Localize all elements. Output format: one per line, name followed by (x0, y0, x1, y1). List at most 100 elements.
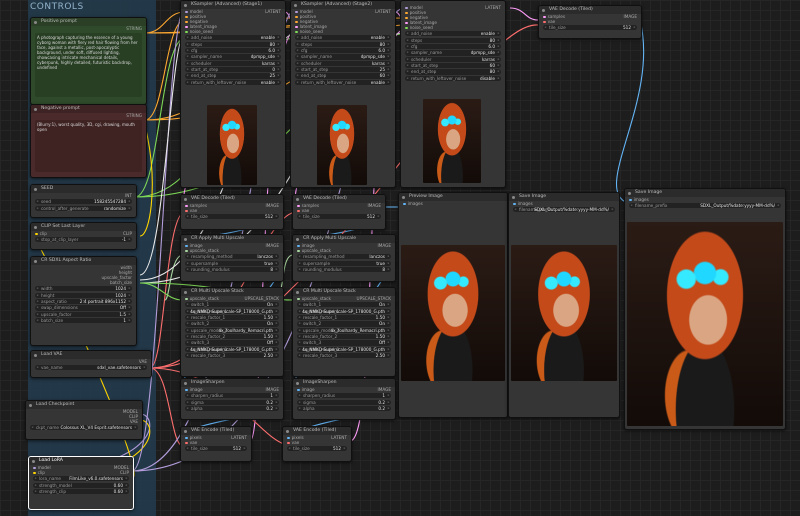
image-input[interactable]: image (190, 387, 203, 392)
input-slot[interactable]: upscale_stack (297, 296, 331, 301)
input-slot[interactable]: vae (543, 19, 555, 24)
slot-dot-icon[interactable] (297, 297, 300, 301)
slot-dot-icon[interactable] (35, 232, 38, 236)
slot-dot-icon[interactable] (185, 10, 188, 14)
preview-image-node[interactable]: Preview Image images (398, 192, 508, 418)
lora-name-widget[interactable]: lora_name FilmLike_v6.0.safetensors (33, 476, 129, 482)
input-slot[interactable]: clip (33, 470, 45, 475)
aspect-ratio-node[interactable]: CR SDXL Aspect Ratio width height upscal… (30, 256, 137, 346)
vae-input[interactable]: vae (302, 208, 310, 213)
rescale-factor-2-widget[interactable]: rescale_factor_2 1.50 (185, 334, 279, 339)
vae-input[interactable]: vae (292, 440, 300, 445)
slot-dot-icon[interactable] (295, 15, 298, 19)
slot-dot-icon[interactable] (297, 204, 300, 208)
input-slot[interactable]: vae (185, 208, 197, 213)
upscale-stack-output[interactable]: UPSCALE_STACK (245, 296, 279, 301)
rescale-factor-3-widget[interactable]: rescale_factor_3 2.50 (297, 353, 391, 359)
ksampler-stage1-node[interactable]: KSampler (Advanced) (Stage1) model LATENT… (180, 0, 286, 188)
input-slot[interactable]: upscale_stack (297, 248, 331, 253)
slot-dot-icon[interactable] (543, 15, 546, 19)
slot-dot-icon[interactable] (297, 244, 300, 248)
input-slot[interactable]: noise_seed (185, 29, 213, 34)
load-checkpoint-node[interactable]: Load Checkpoint MODEL CLIP VAE ckpt_name… (25, 400, 143, 440)
slot-dot-icon[interactable] (405, 26, 408, 30)
apply-multi-upscale-1-node[interactable]: CR Apply Multi Upscale image IMAGE upscal… (180, 234, 284, 282)
save-image-1-node[interactable]: Save Image images filename_prefixSDXL_Ou… (508, 192, 620, 418)
noise-seed-input[interactable]: noise_seed (410, 25, 433, 30)
vae-input[interactable]: vae (190, 208, 198, 213)
input-slot[interactable]: noise_seed (295, 29, 323, 34)
slot-dot-icon[interactable] (33, 466, 36, 470)
scheduler-widget[interactable]: scheduler karras (295, 60, 391, 66)
sampler-name-widget[interactable]: sampler_name dpmpp_sde (185, 54, 281, 60)
start-at-step-widget[interactable]: start_at_step 0 (185, 67, 281, 72)
slot-dot-icon[interactable] (295, 25, 298, 29)
input-slot[interactable]: images (629, 197, 649, 202)
rescale-factor-2-widget[interactable]: rescale_factor_2 1.50 (297, 334, 391, 339)
slot-dot-icon[interactable] (297, 209, 300, 213)
resampling-method-widget[interactable]: resampling_method lanczos (297, 254, 391, 260)
vae-input[interactable]: vae (548, 19, 556, 24)
cfg-widget[interactable]: cfg 6.0 (405, 43, 501, 49)
seed-widget[interactable]: seed 158245547284 (35, 199, 132, 205)
negative-prompt-node[interactable]: Negative prompt STRING (Blurry:1), worst… (30, 104, 147, 178)
clip-input[interactable]: clip (38, 470, 45, 475)
upscale-stack-input[interactable]: upscale_stack (302, 296, 331, 301)
ksampler-stage3-node[interactable]: model LATENT positive negative latent_ima… (400, 0, 506, 188)
control-after-generate-widget[interactable]: control_after_generate randomize (35, 205, 132, 211)
vae-output[interactable]: VAE (130, 419, 138, 424)
rescale-factor-3-widget[interactable]: rescale_factor_3 2.50 (185, 353, 279, 359)
resampling-method-widget[interactable]: resampling_method lanczos (185, 254, 279, 260)
slot-dot-icon[interactable] (405, 16, 408, 20)
slot-dot-icon[interactable] (33, 471, 36, 475)
sharpen-radius-widget[interactable]: sharpen_radius 1 (185, 393, 279, 399)
vae-decode-final-node[interactable]: VAE Decode (Tiled) samplesIMAGE vae tile… (538, 5, 642, 39)
slot-dot-icon[interactable] (297, 388, 300, 392)
stop-at-clip-layer-widget[interactable]: stop_at_clip_layer -1 (35, 237, 132, 243)
upscale-model-1-widget[interactable]: upscale_model_14x_NMKD-Superscale-SP_178… (185, 308, 279, 314)
image-sharpen-2-node[interactable]: ImageSharpen imageIMAGE sharpen_radius1 … (292, 378, 396, 420)
positive-prompt-node[interactable]: Positive prompt STRING A photograph capt… (30, 17, 147, 105)
cfg-widget[interactable]: cfg 6.0 (185, 47, 281, 53)
steps-widget[interactable]: steps 80 (405, 37, 501, 43)
vae-input[interactable]: vae (190, 440, 198, 445)
slot-dot-icon[interactable] (297, 249, 300, 253)
end-at-step-widget[interactable]: end_at_step 80 (405, 69, 501, 75)
slot-dot-icon[interactable] (405, 21, 408, 25)
image-output[interactable]: IMAGE (265, 387, 279, 392)
end-at-step-widget[interactable]: end_at_step 60 (295, 73, 391, 79)
slot-dot-icon[interactable] (295, 10, 298, 14)
input-slot[interactable]: image (297, 387, 315, 392)
switch-3-widget[interactable]: switch_3 Off (185, 340, 279, 346)
aspect-ratio-widget[interactable]: aspect_ratio 2:4 portrait 896x1152 (35, 298, 132, 304)
image-input[interactable]: image (302, 387, 315, 392)
width-widget[interactable]: width 1024 (35, 286, 132, 292)
ckpt-name-widget[interactable]: ckpt_nameColossus XL_V4 Esprit.safetenso… (30, 425, 138, 431)
return-leftover-noise-widget[interactable]: return_with_leftover_noise enable (295, 79, 391, 85)
scheduler-widget[interactable]: scheduler karras (185, 60, 281, 66)
rescale-factor-1-widget[interactable]: rescale_factor_1 1.50 (185, 314, 279, 320)
slot-dot-icon[interactable] (543, 20, 546, 24)
start-at-step-widget[interactable]: start_at_step 60 (405, 63, 501, 68)
string-output[interactable]: STRING (126, 113, 142, 118)
upscale-model-3-widget[interactable]: upscale_model_34x_NMKD-Superscale-SP_178… (297, 346, 391, 352)
slot-dot-icon[interactable] (185, 436, 188, 440)
vae-encode-1-node[interactable]: VAE Encode (Tiled) pixelsLATENT vae tile… (180, 426, 252, 462)
upscale-stack-input[interactable]: upscale_stack (190, 296, 219, 301)
slot-dot-icon[interactable] (185, 297, 188, 301)
upscale-stack-input[interactable]: upscale_stack (302, 248, 331, 253)
swap-dimensions-widget[interactable]: swap_dimensions Off (35, 305, 132, 311)
slot-dot-icon[interactable] (185, 388, 188, 392)
sigma-widget[interactable]: sigma 0.2 (297, 399, 391, 405)
upscale-model-3-widget[interactable]: upscale_model_34x_NMKD-Superscale-SP_178… (185, 346, 279, 352)
slot-dot-icon[interactable] (185, 15, 188, 19)
save-image-2-node[interactable]: Save Image images filename_prefix SDXL_Ou… (624, 188, 786, 430)
slot-dot-icon[interactable] (185, 249, 188, 253)
slot-dot-icon[interactable] (403, 202, 406, 206)
images-input[interactable]: images (634, 197, 649, 202)
slot-dot-icon[interactable] (513, 202, 516, 206)
input-slot[interactable]: images (513, 201, 533, 206)
clip-output[interactable]: CLIP (123, 231, 132, 236)
input-slot[interactable]: image (185, 387, 203, 392)
return-leftover-noise-widget[interactable]: return_with_leftover_noise disable (405, 75, 501, 81)
